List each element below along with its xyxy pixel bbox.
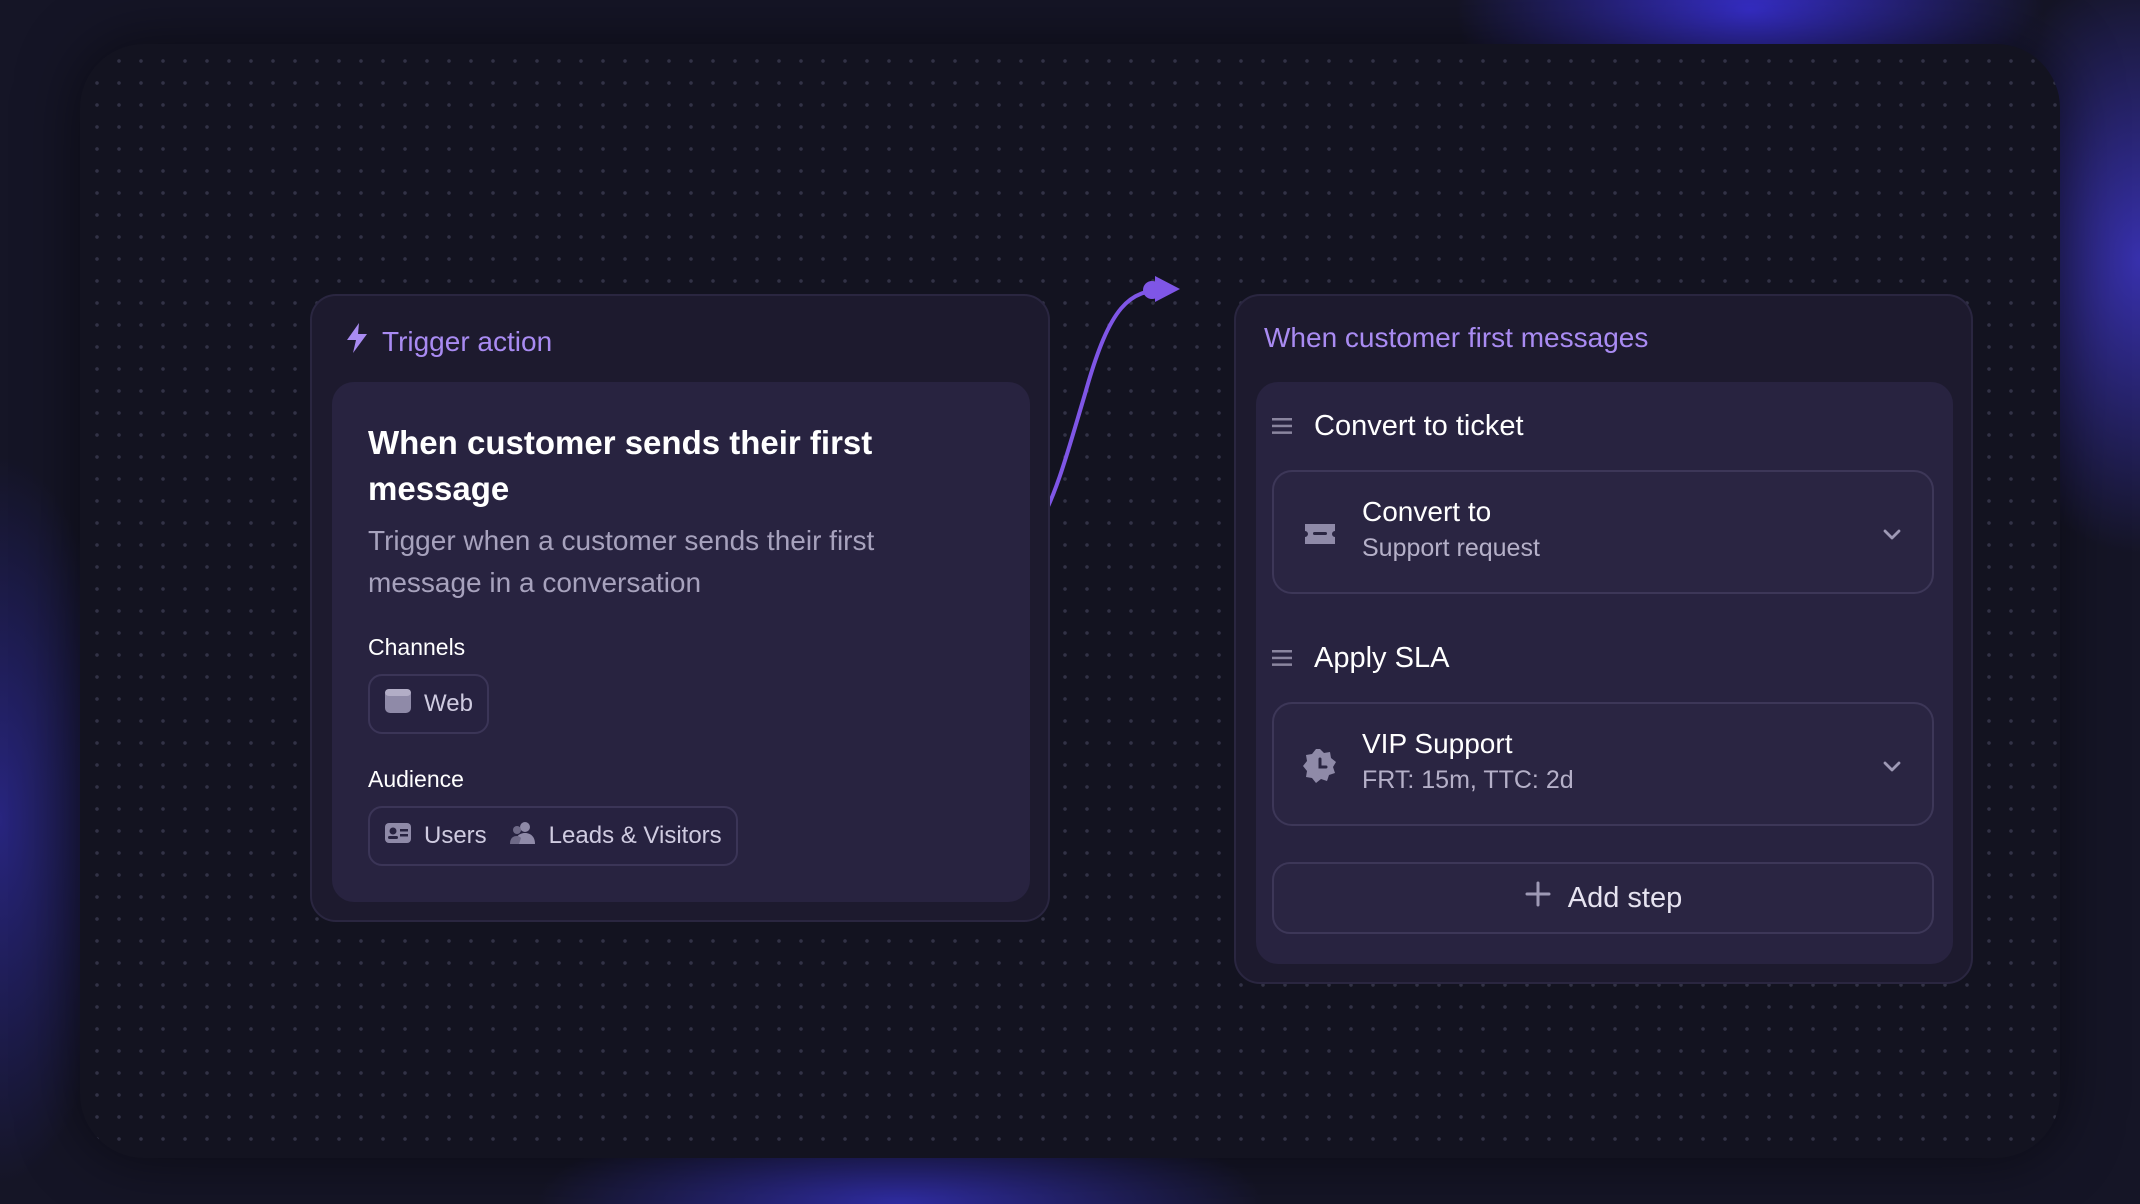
clock-badge-icon bbox=[1302, 748, 1338, 784]
step-value: FRT: 15m, TTC: 2d bbox=[1362, 766, 1574, 794]
chevron-down-icon[interactable] bbox=[1880, 754, 1904, 778]
convert-to-select[interactable]: Convert to Support request bbox=[1272, 470, 1934, 594]
action-node[interactable]: When customer first messages Convert to … bbox=[1234, 294, 1973, 984]
step-title: VIP Support bbox=[1362, 728, 1513, 759]
people-icon bbox=[509, 820, 537, 853]
trigger-node-header: Trigger action bbox=[344, 322, 552, 361]
chevron-down-icon[interactable] bbox=[1880, 522, 1904, 546]
audience-label: Audience bbox=[368, 766, 464, 792]
trigger-node-title: Trigger action bbox=[382, 325, 553, 357]
step-heading-sla: Apply SLA bbox=[1272, 642, 1449, 675]
audience-chip-group[interactable]: Users Leads & Visitors bbox=[368, 806, 738, 866]
step-heading-label: Apply SLA bbox=[1314, 642, 1450, 674]
channels-label: Channels bbox=[368, 634, 466, 660]
audience-label-users: Users bbox=[424, 822, 487, 849]
action-steps-card[interactable]: Convert to ticket Convert to Support req… bbox=[1256, 382, 1953, 964]
sla-select[interactable]: VIP Support FRT: 15m, TTC: 2d bbox=[1272, 702, 1934, 826]
channel-chip-web[interactable]: Web bbox=[384, 688, 473, 721]
step-heading-label: Convert to ticket bbox=[1314, 410, 1524, 442]
ticket-icon bbox=[1302, 516, 1338, 552]
add-step-label: Add step bbox=[1567, 881, 1683, 914]
lightning-icon bbox=[344, 322, 370, 361]
plus-icon bbox=[1524, 880, 1552, 916]
drag-handle-icon[interactable] bbox=[1272, 410, 1292, 443]
audience-label-leads: Leads & Visitors bbox=[548, 822, 722, 849]
channels-chip-group[interactable]: Web bbox=[368, 674, 489, 734]
connector-dot-icon bbox=[1143, 281, 1161, 299]
action-node-header: When customer first messages bbox=[1264, 322, 1648, 354]
step-title: Convert to bbox=[1362, 496, 1492, 527]
audience-chip-leads[interactable]: Leads & Visitors bbox=[509, 820, 722, 853]
trigger-title: When customer sends their first message bbox=[368, 424, 873, 507]
trigger-description: Trigger when a customer sends their firs… bbox=[368, 525, 875, 598]
step-value: Support request bbox=[1362, 534, 1540, 562]
channel-label: Web bbox=[424, 690, 473, 717]
trigger-node[interactable]: Trigger action When customer sends their… bbox=[310, 294, 1050, 922]
step-heading-convert: Convert to ticket bbox=[1272, 410, 1524, 443]
id-card-icon bbox=[384, 821, 412, 852]
browser-window-icon bbox=[384, 688, 412, 721]
action-node-title: When customer first messages bbox=[1264, 322, 1649, 353]
add-step-button[interactable]: Add step bbox=[1272, 862, 1934, 934]
workflow-canvas[interactable]: Trigger action When customer sends their… bbox=[80, 44, 2060, 1158]
trigger-card[interactable]: When customer sends their first message … bbox=[332, 382, 1030, 902]
drag-handle-icon[interactable] bbox=[1272, 642, 1292, 675]
audience-chip-users[interactable]: Users bbox=[384, 821, 487, 852]
